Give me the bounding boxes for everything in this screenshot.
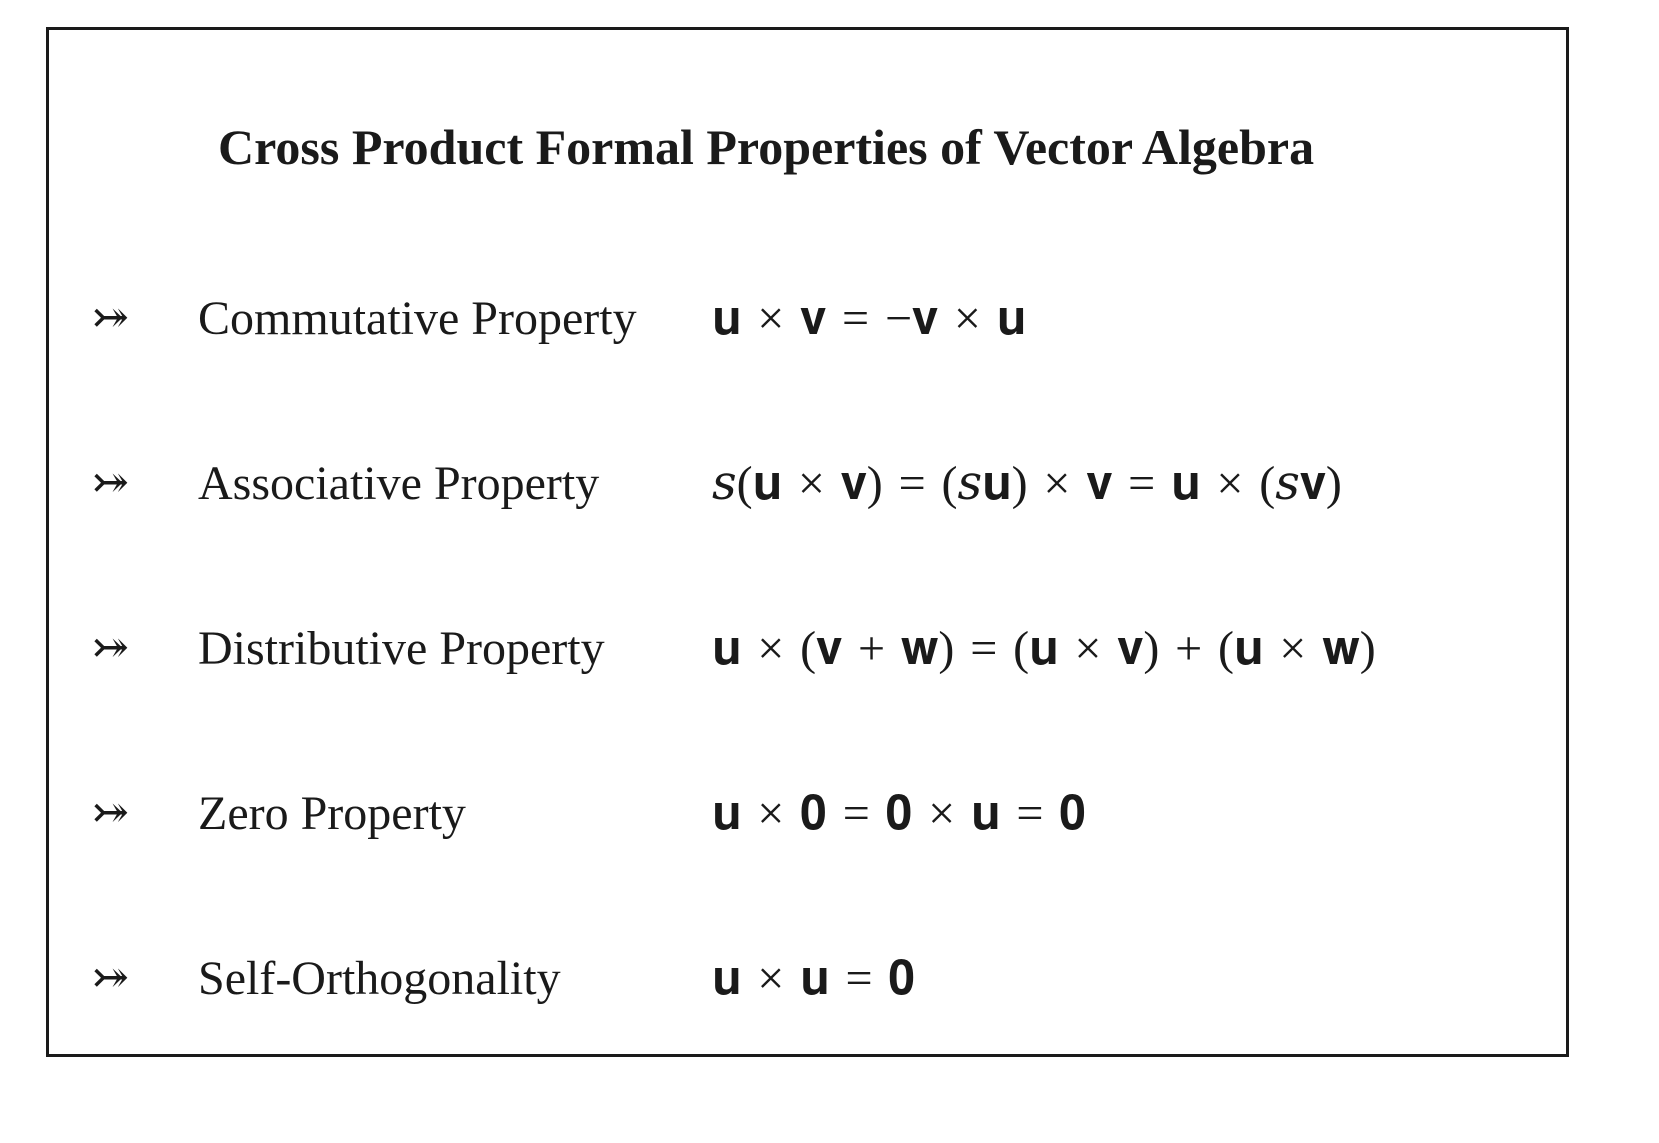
property-row-commutative: ⤖ Commutative Property 𝐮 × 𝐯 = −𝐯 × 𝐮 xyxy=(0,290,1659,360)
property-label: Distributive Property xyxy=(198,622,605,675)
property-formula: 𝑠(𝐮 × 𝐯) = (𝑠𝐮) × 𝐯 = 𝐮 × (𝑠𝐯) xyxy=(712,457,1342,510)
property-formula: 𝐮 × (𝐯 + 𝐰) = (𝐮 × 𝐯) + (𝐮 × 𝐰) xyxy=(712,622,1376,675)
property-row-distributive: ⤖ Distributive Property 𝐮 × (𝐯 + 𝐰) = (𝐮… xyxy=(0,620,1659,690)
property-formula: 𝐮 × 𝐯 = −𝐯 × 𝐮 xyxy=(712,292,1027,345)
maps-to-arrow-icon: ⤖ xyxy=(92,622,129,673)
maps-to-arrow-icon: ⤖ xyxy=(92,457,129,508)
maps-to-arrow-icon: ⤖ xyxy=(92,952,129,1003)
content-frame xyxy=(46,27,1569,1057)
property-row-associative: ⤖ Associative Property 𝑠(𝐮 × 𝐯) = (𝑠𝐮) ×… xyxy=(0,455,1659,525)
property-label: Self-Orthogonality xyxy=(198,952,561,1005)
property-formula: 𝐮 × 𝟎 = 𝟎 × 𝐮 = 𝟎 xyxy=(712,787,1086,840)
property-label: Associative Property xyxy=(198,457,600,510)
property-label: Zero Property xyxy=(198,787,466,840)
maps-to-arrow-icon: ⤖ xyxy=(92,787,129,838)
property-label: Commutative Property xyxy=(198,292,637,345)
property-row-self-orthogonality: ⤖ Self-Orthogonality 𝐮 × 𝐮 = 𝟎 xyxy=(0,950,1659,1020)
page-title: Cross Product Formal Properties of Vecto… xyxy=(218,119,1315,175)
maps-to-arrow-icon: ⤖ xyxy=(92,292,129,343)
property-formula: 𝐮 × 𝐮 = 𝟎 xyxy=(712,952,916,1005)
property-row-zero: ⤖ Zero Property 𝐮 × 𝟎 = 𝟎 × 𝐮 = 𝟎 xyxy=(0,785,1659,855)
